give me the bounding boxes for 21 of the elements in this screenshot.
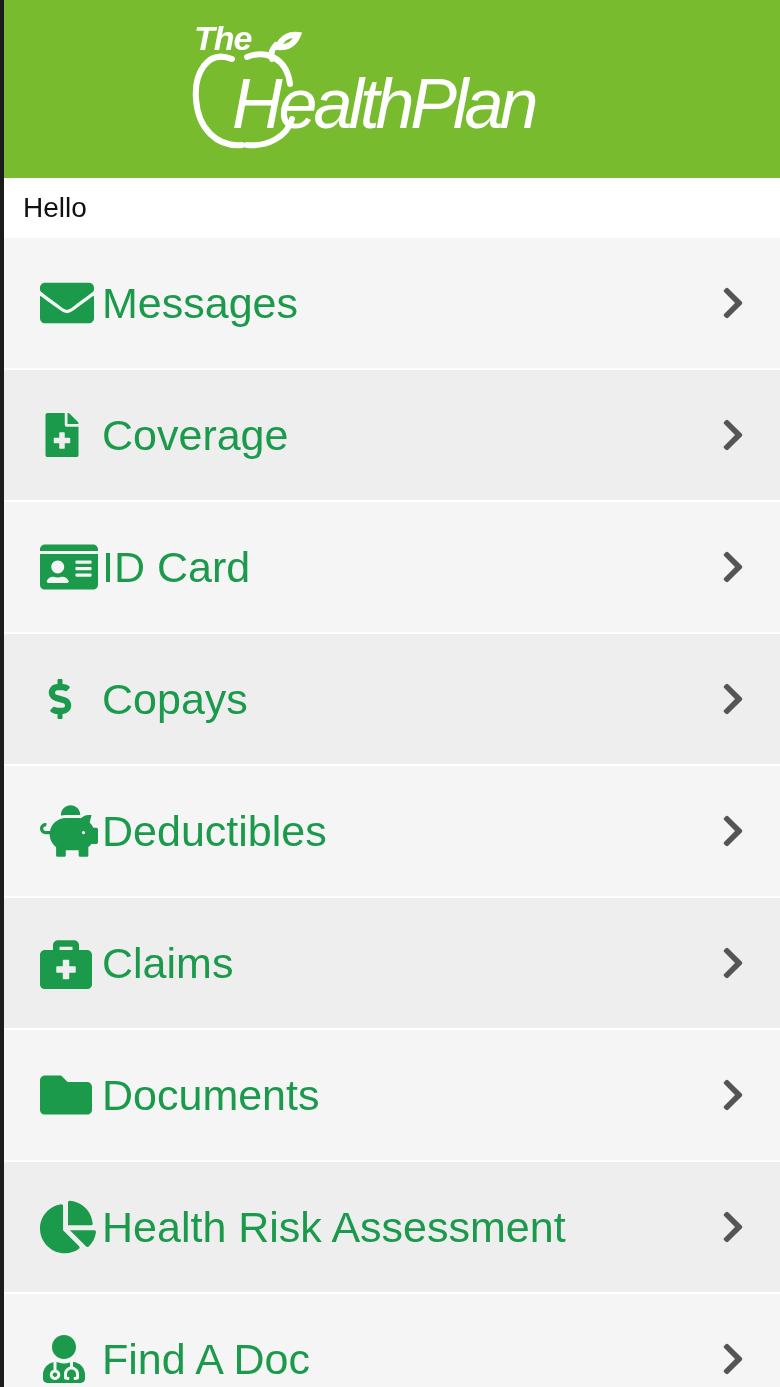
menu-label: Copays xyxy=(102,674,249,724)
menu-item[interactable]: Copays xyxy=(4,634,780,764)
menu-label: ID Card xyxy=(102,542,252,592)
logo-text: The xyxy=(194,19,252,58)
menu-label: Claims xyxy=(102,938,235,988)
menu-item[interactable]: Coverage xyxy=(4,370,780,500)
menu-item[interactable]: Deductibles xyxy=(4,766,780,896)
menu-item[interactable]: Documents xyxy=(4,1030,780,1160)
menu-item[interactable]: Health Risk Assessment xyxy=(4,1162,780,1292)
menu-label: Health Risk Assessment xyxy=(102,1202,567,1252)
menu-label: Documents xyxy=(102,1070,321,1120)
menu-item[interactable]: ID Card xyxy=(4,502,780,632)
menu-label: Deductibles xyxy=(102,806,328,856)
menu-item[interactable]: Claims xyxy=(4,898,780,1028)
menu-label: Messages xyxy=(102,278,299,328)
logo-text: HealthPlan xyxy=(232,69,535,139)
greeting-text: Hello xyxy=(23,192,87,224)
menu-item[interactable]: Messages xyxy=(4,238,780,368)
menu-item[interactable]: Find A Doc xyxy=(4,1294,780,1387)
menu-label: Find A Doc xyxy=(102,1334,311,1384)
menu-label: Coverage xyxy=(102,410,290,460)
